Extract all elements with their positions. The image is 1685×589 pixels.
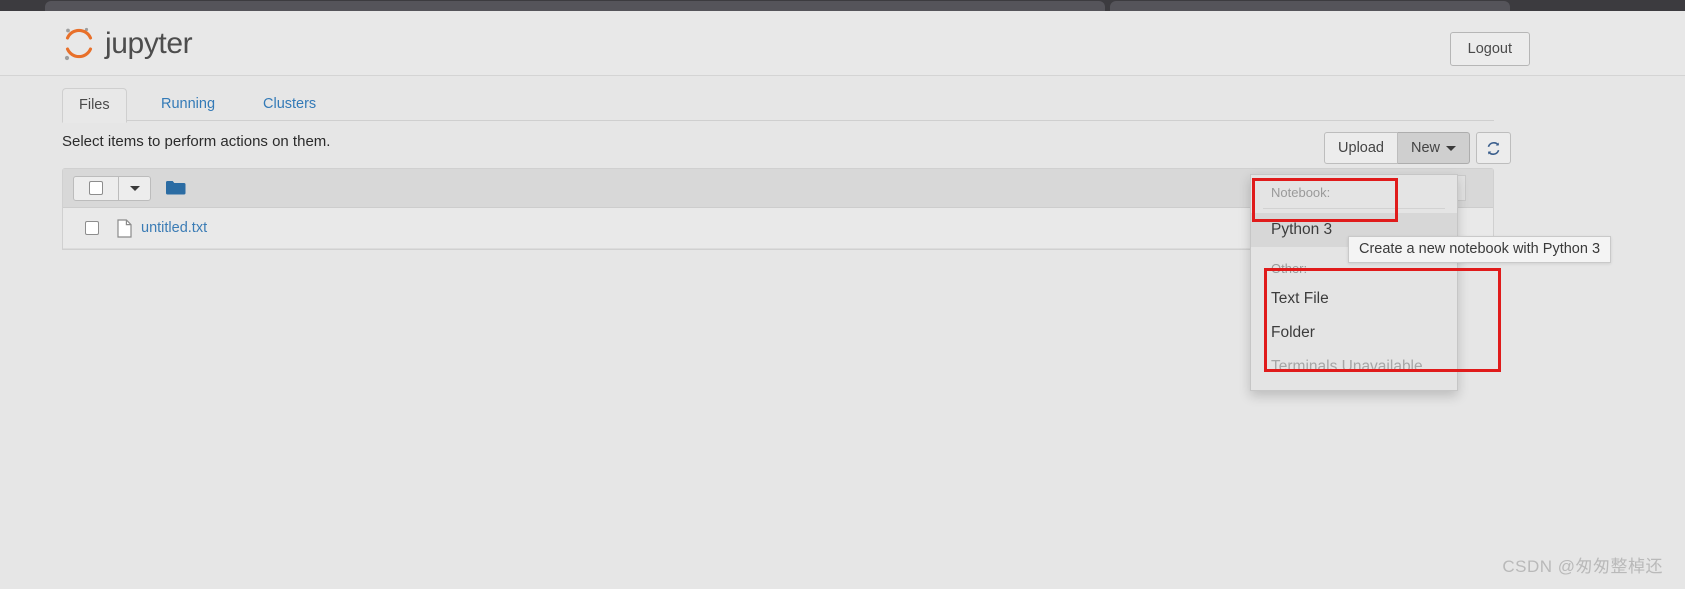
tab-clusters[interactable]: Clusters: [247, 88, 332, 121]
file-name-link[interactable]: untitled.txt: [141, 220, 207, 236]
jupyter-logo-text: jupyter: [105, 27, 193, 60]
watermark: CSDN @匆匆整棹还: [1502, 557, 1663, 576]
refresh-icon: [1487, 141, 1500, 155]
dropdown-item-terminals-unavailable: Terminals Unavailable: [1271, 358, 1423, 375]
select-all-checkbox[interactable]: [89, 181, 103, 195]
upload-button[interactable]: Upload: [1324, 132, 1398, 165]
select-all-dropdown[interactable]: [118, 176, 150, 200]
new-dropdown-menu: Notebook: Python 3 Other: Text File Fold…: [1250, 174, 1458, 391]
row-checkbox[interactable]: [85, 221, 99, 235]
refresh-button[interactable]: [1476, 132, 1511, 165]
dropdown-item-text-file[interactable]: Text File: [1251, 282, 1457, 316]
dropdown-divider: [1263, 208, 1445, 209]
file-actions-toolbar: Upload New: [1324, 132, 1511, 165]
select-all-group[interactable]: [73, 175, 151, 201]
chevron-down-icon: [129, 185, 140, 191]
folder-icon[interactable]: [166, 180, 186, 196]
jupyter-header: jupyter Logout: [0, 11, 1685, 76]
tab-files[interactable]: Files: [62, 88, 127, 123]
logout-button[interactable]: Logout: [1449, 32, 1530, 67]
new-button[interactable]: New: [1397, 132, 1470, 165]
dropdown-header-notebook: Notebook:: [1271, 185, 1331, 200]
file-icon: [117, 218, 132, 238]
jupyter-logo-icon: [64, 27, 93, 61]
tab-running[interactable]: Running: [145, 88, 231, 121]
main-tab-bar: Files Running Clusters: [62, 88, 1494, 123]
selection-notice: Select items to perform actions on them.: [62, 133, 331, 150]
dropdown-item-folder[interactable]: Folder: [1251, 316, 1457, 350]
chevron-down-icon: [1446, 145, 1456, 151]
select-all-checkbox-cell[interactable]: [74, 177, 118, 200]
jupyter-logo[interactable]: jupyter: [62, 25, 193, 63]
new-button-label: New: [1410, 140, 1440, 156]
browser-chrome-bar: [0, 0, 1685, 12]
python3-tooltip: Create a new notebook with Python 3: [1348, 236, 1612, 263]
